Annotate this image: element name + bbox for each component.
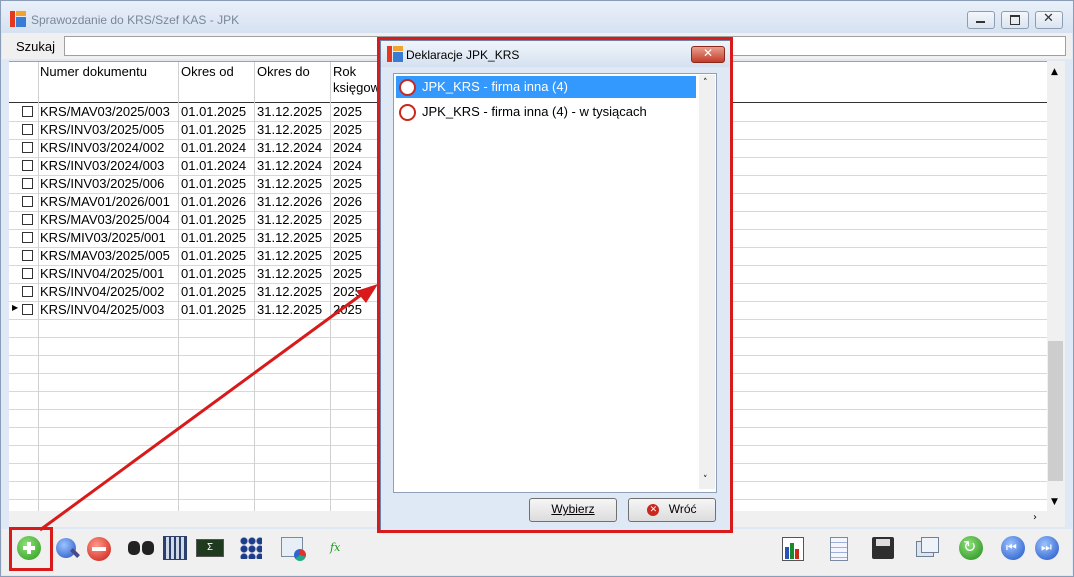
annotation-arrow (39, 284, 378, 532)
